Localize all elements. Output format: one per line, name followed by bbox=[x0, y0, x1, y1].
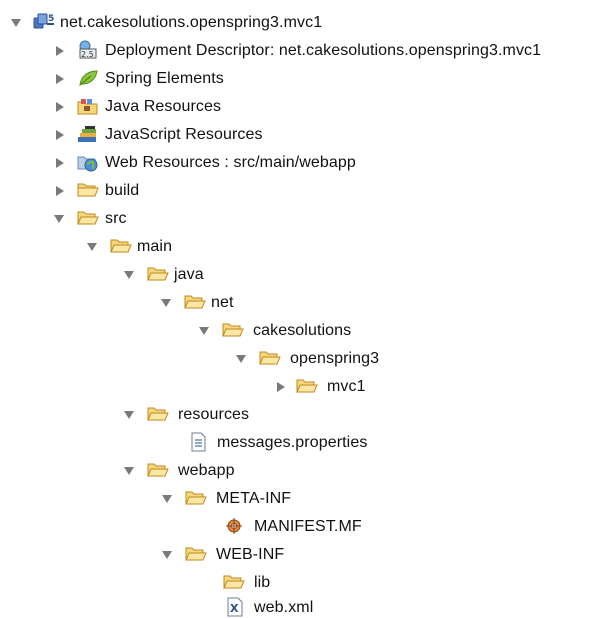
project-icon: 5 bbox=[33, 12, 55, 32]
tree-item-javascript-resources[interactable]: JavaScript Resources bbox=[0, 121, 616, 149]
expand-arrow-icon[interactable] bbox=[10, 16, 22, 30]
collapse-arrow-icon[interactable] bbox=[123, 268, 135, 282]
tree-item-label: java bbox=[174, 266, 204, 283]
folder-open-icon bbox=[110, 236, 132, 256]
expand-arrow-icon[interactable] bbox=[53, 156, 65, 170]
tree-item-spring-elements[interactable]: Spring Elements bbox=[0, 65, 616, 93]
tree-item-label: Spring Elements bbox=[105, 70, 224, 87]
tree-item-label: main bbox=[137, 238, 173, 255]
expand-arrow-icon[interactable] bbox=[53, 128, 65, 142]
tree-item-label: webapp bbox=[178, 462, 235, 479]
web-resources-icon bbox=[77, 152, 99, 172]
folder-open-icon bbox=[222, 320, 244, 340]
tree-item-project-root[interactable]: 5 net.cakesolutions.openspring3.mvc1 bbox=[0, 9, 616, 37]
collapse-arrow-icon[interactable] bbox=[161, 492, 173, 506]
collapse-arrow-icon[interactable] bbox=[53, 212, 65, 226]
folder-open-icon bbox=[185, 488, 207, 508]
manifest-file-icon bbox=[225, 516, 247, 536]
tree-item-cakesolutions[interactable]: cakesolutions bbox=[0, 317, 616, 345]
svg-text:5: 5 bbox=[48, 14, 54, 24]
deployment-descriptor-icon: 2.5 bbox=[77, 40, 99, 60]
xml-file-icon: X bbox=[225, 597, 247, 617]
tree-item-web-xml[interactable]: X web.xml bbox=[0, 595, 616, 619]
tree-item-label: lib bbox=[254, 574, 271, 591]
collapse-arrow-icon[interactable] bbox=[160, 296, 172, 310]
tree-item-resources[interactable]: resources bbox=[0, 401, 616, 429]
svg-text:X: X bbox=[230, 602, 239, 615]
folder-open-icon bbox=[77, 208, 99, 228]
tree-item-label: messages.properties bbox=[217, 434, 368, 451]
spring-leaf-icon bbox=[77, 68, 99, 88]
tree-item-webapp[interactable]: webapp bbox=[0, 457, 616, 485]
folder-icon bbox=[296, 376, 318, 396]
tree-item-label: mvc1 bbox=[327, 378, 366, 395]
expand-arrow-icon[interactable] bbox=[53, 72, 65, 86]
javascript-resources-icon bbox=[77, 124, 99, 144]
folder-open-icon bbox=[259, 348, 281, 368]
collapse-arrow-icon[interactable] bbox=[123, 464, 135, 478]
tree-item-build[interactable]: build bbox=[0, 177, 616, 205]
expand-arrow-icon[interactable] bbox=[53, 44, 65, 58]
tree-item-label: openspring3 bbox=[290, 350, 380, 367]
tree-item-java-resources[interactable]: Java Resources bbox=[0, 93, 616, 121]
tree-item-label: Java Resources bbox=[105, 98, 222, 115]
folder-icon bbox=[77, 180, 99, 200]
folder-open-icon bbox=[185, 544, 207, 564]
tree-item-mvc1[interactable]: mvc1 bbox=[0, 373, 616, 401]
tree-item-lib[interactable]: lib bbox=[0, 569, 616, 597]
tree-item-java[interactable]: java bbox=[0, 261, 616, 289]
tree-item-label: WEB-INF bbox=[216, 546, 285, 563]
tree-item-deployment-descriptor[interactable]: 2.5 Deployment Descriptor: net.cakesolut… bbox=[0, 37, 616, 65]
tree-item-label: net.cakesolutions.openspring3.mvc1 bbox=[60, 14, 323, 31]
tree-item-net[interactable]: net bbox=[0, 289, 616, 317]
tree-item-main[interactable]: main bbox=[0, 233, 616, 261]
tree-item-web-inf[interactable]: WEB-INF bbox=[0, 541, 616, 569]
tree-item-manifest-mf[interactable]: MANIFEST.MF bbox=[0, 513, 616, 541]
tree-item-src[interactable]: src bbox=[0, 205, 616, 233]
tree-item-label: Deployment Descriptor: net.cakesolutions… bbox=[105, 42, 542, 59]
tree-item-label: MANIFEST.MF bbox=[254, 518, 362, 535]
folder-open-icon bbox=[147, 460, 169, 480]
expand-arrow-icon[interactable] bbox=[53, 184, 65, 198]
tree-item-label: src bbox=[105, 210, 127, 227]
tree-item-label: build bbox=[105, 182, 140, 199]
folder-open-icon bbox=[184, 292, 206, 312]
tree-item-label: net bbox=[211, 294, 234, 311]
tree-item-meta-inf[interactable]: META-INF bbox=[0, 485, 616, 513]
java-resources-icon bbox=[77, 96, 99, 116]
tree-item-openspring3[interactable]: openspring3 bbox=[0, 345, 616, 373]
tree-item-label: cakesolutions bbox=[253, 322, 352, 339]
tree-item-label: resources bbox=[178, 406, 250, 423]
project-explorer-tree: 5 net.cakesolutions.openspring3.mvc1 2.5… bbox=[0, 0, 616, 619]
tree-item-messages-properties[interactable]: messages.properties bbox=[0, 429, 616, 457]
tree-item-label: web.xml bbox=[254, 599, 314, 616]
collapse-arrow-icon[interactable] bbox=[86, 240, 98, 254]
tree-item-web-resources[interactable]: Web Resources : src/main/webapp bbox=[0, 149, 616, 177]
tree-item-label: JavaScript Resources bbox=[105, 126, 263, 143]
expand-arrow-icon[interactable] bbox=[274, 380, 286, 394]
collapse-arrow-icon[interactable] bbox=[161, 548, 173, 562]
collapse-arrow-icon[interactable] bbox=[235, 352, 247, 366]
folder-icon bbox=[223, 572, 245, 592]
folder-open-icon bbox=[147, 404, 169, 424]
folder-open-icon bbox=[147, 264, 169, 284]
tree-item-label: Web Resources : src/main/webapp bbox=[105, 154, 356, 171]
collapse-arrow-icon[interactable] bbox=[123, 408, 135, 422]
svg-text:2.5: 2.5 bbox=[81, 50, 94, 59]
collapse-arrow-icon[interactable] bbox=[198, 324, 210, 338]
expand-arrow-icon[interactable] bbox=[53, 100, 65, 114]
tree-item-label: META-INF bbox=[216, 490, 292, 507]
properties-file-icon bbox=[188, 432, 210, 452]
